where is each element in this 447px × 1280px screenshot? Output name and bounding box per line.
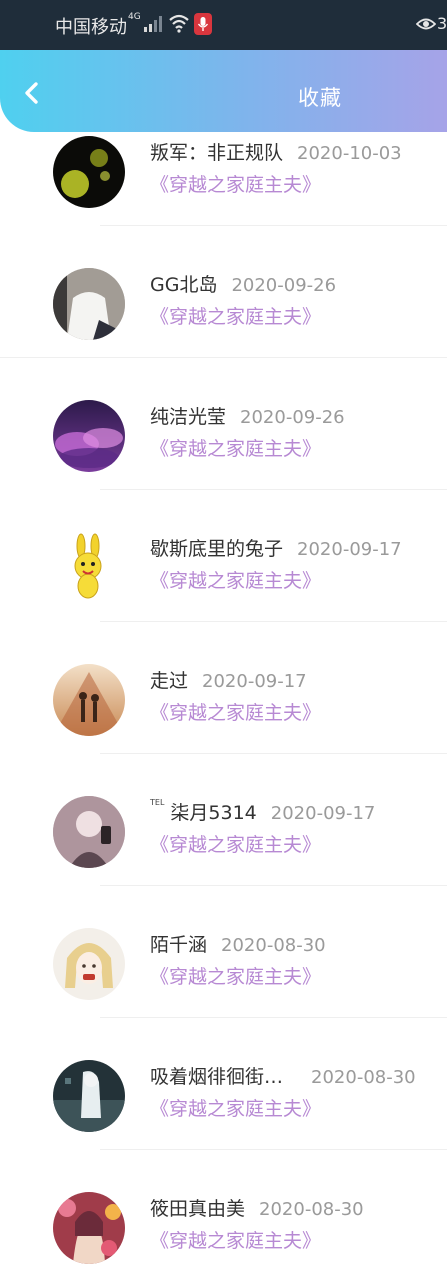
list-item[interactable]: 叛军：非正规队 2020-10-03 《穿越之家庭主夫》 [0, 86, 447, 226]
list-item[interactable]: 歇斯底里的兔子 2020-09-17 《穿越之家庭主夫》 [0, 482, 447, 622]
book-title-link[interactable]: 《穿越之家庭主夫》 [150, 566, 321, 593]
book-title-link[interactable]: 《穿越之家庭主夫》 [150, 302, 321, 329]
item-date: 2020-09-17 [270, 803, 376, 824]
user-name: GG北岛 [150, 274, 218, 296]
user-name: 柒月5314 [170, 802, 257, 824]
user-name: 陌千涵 [150, 934, 208, 956]
avatar[interactable] [53, 796, 125, 868]
item-name-line: GG北岛 2020-09-26 [150, 270, 336, 297]
item-name-line: 吸着烟徘徊街… 2020-08-30 [150, 1062, 416, 1089]
item-date: 2020-08-30 [311, 1067, 416, 1088]
book-title-link[interactable]: 《穿越之家庭主夫》 [150, 170, 321, 197]
user-name: 走过 [150, 670, 189, 692]
user-name: 纯洁光莹 [150, 406, 227, 428]
book-title-link[interactable]: 《穿越之家庭主夫》 [150, 830, 321, 857]
list-item[interactable]: TEL 柒月5314 2020-09-17 《穿越之家庭主夫》 [0, 746, 447, 886]
avatar[interactable] [53, 532, 125, 604]
item-date: 2020-10-03 [297, 143, 402, 164]
item-date: 2020-08-30 [221, 935, 326, 956]
book-title-link[interactable]: 《穿越之家庭主夫》 [150, 1226, 321, 1253]
avatar[interactable] [53, 136, 125, 208]
user-name: 叛军：非正规队 [150, 142, 284, 164]
list-item[interactable]: 走过 2020-09-17 《穿越之家庭主夫》 [0, 614, 447, 754]
user-name: 歇斯底里的兔子 [150, 538, 284, 560]
mic-icon [194, 13, 212, 35]
item-name-line: 走过 2020-09-17 [150, 666, 307, 693]
status-right-text: 3 [437, 14, 447, 33]
book-title-link[interactable]: 《穿越之家庭主夫》 [150, 698, 321, 725]
book-title-link[interactable]: 《穿越之家庭主夫》 [150, 434, 321, 461]
list-item[interactable]: 陌千涵 2020-08-30 《穿越之家庭主夫》 [0, 878, 447, 1018]
tel-prefix: TEL [150, 798, 165, 807]
avatar[interactable] [53, 1192, 125, 1264]
network-type-label: 4G [128, 12, 141, 22]
user-name: 筱田真由美 [150, 1198, 246, 1220]
signal-icon [144, 16, 162, 32]
item-date: 2020-09-26 [231, 275, 337, 296]
avatar[interactable] [53, 268, 125, 340]
item-date: 2020-09-26 [240, 407, 345, 428]
item-name-line: 纯洁光莹 2020-09-26 [150, 402, 345, 429]
user-name: 吸着烟徘徊街… [150, 1066, 284, 1088]
avatar[interactable] [53, 1060, 125, 1132]
list-item[interactable]: 纯洁光莹 2020-09-26 《穿越之家庭主夫》 [0, 350, 447, 490]
carrier-label: 中国移动 [55, 17, 127, 38]
list-item[interactable]: 筱田真由美 2020-08-30 《穿越之家庭主夫》 [0, 1142, 447, 1274]
avatar[interactable] [53, 928, 125, 1000]
book-title-link[interactable]: 《穿越之家庭主夫》 [150, 962, 321, 989]
item-date: 2020-09-17 [297, 539, 402, 560]
status-bar: 中国移动 4G 3 [0, 0, 447, 50]
avatar[interactable] [53, 664, 125, 736]
item-date: 2020-09-17 [202, 671, 307, 692]
item-name-line: 叛军：非正规队 2020-10-03 [150, 138, 402, 165]
list-item[interactable]: GG北岛 2020-09-26 《穿越之家庭主夫》 [0, 218, 447, 358]
list-item[interactable]: 吸着烟徘徊街… 2020-08-30 《穿越之家庭主夫》 [0, 1010, 447, 1150]
book-title-link[interactable]: 《穿越之家庭主夫》 [150, 1094, 321, 1121]
item-name-line: TEL 柒月5314 2020-09-17 [150, 798, 375, 825]
item-name-line: 歇斯底里的兔子 2020-09-17 [150, 534, 402, 561]
item-name-line: 筱田真由美 2020-08-30 [150, 1194, 364, 1221]
item-name-line: 陌千涵 2020-08-30 [150, 930, 326, 957]
avatar[interactable] [53, 400, 125, 472]
item-date: 2020-08-30 [259, 1199, 364, 1220]
eye-icon [416, 18, 436, 30]
wifi-icon [169, 14, 189, 33]
